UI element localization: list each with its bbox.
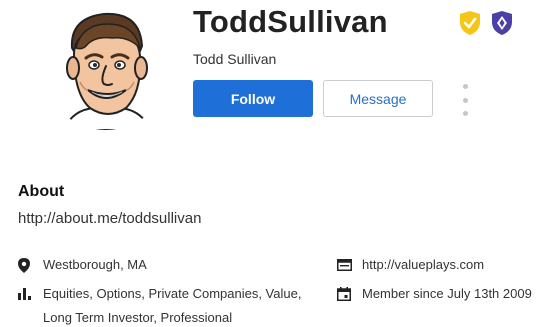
calendar-icon xyxy=(337,282,353,306)
avatar[interactable] xyxy=(42,2,170,130)
more-dot xyxy=(462,84,468,89)
profile-full-name: Todd Sullivan xyxy=(193,51,277,67)
avatar-caricature xyxy=(62,12,152,130)
verified-badge-icon[interactable] xyxy=(458,10,482,36)
bar-chart-icon xyxy=(18,282,34,306)
browser-window-icon xyxy=(337,253,353,277)
member-since-text: Member since July 13th 2009 xyxy=(362,286,532,301)
more-dot xyxy=(462,97,468,103)
about-heading: About xyxy=(18,183,65,200)
website-link[interactable]: http://valueplays.com xyxy=(362,253,484,277)
premium-badge-icon[interactable] xyxy=(490,10,514,36)
more-dot xyxy=(462,111,468,116)
follow-button[interactable]: Follow xyxy=(193,80,313,117)
info-location: Westborough, MA xyxy=(18,253,147,277)
badge-group xyxy=(458,10,514,36)
profile-username: ToddSullivan xyxy=(193,4,388,39)
info-website: http://valueplays.com xyxy=(337,253,484,277)
location-text: Westborough, MA xyxy=(43,257,147,272)
info-tags: Equities, Options, Private Companies, Va… xyxy=(18,282,318,327)
map-pin-icon xyxy=(18,253,34,277)
info-member-since: Member since July 13th 2009 xyxy=(337,282,532,306)
tags-text: Equities, Options, Private Companies, Va… xyxy=(43,286,302,325)
message-button[interactable]: Message xyxy=(323,80,433,117)
more-vertical-icon[interactable] xyxy=(459,84,471,116)
about-link[interactable]: http://about.me/toddsullivan xyxy=(18,210,201,227)
